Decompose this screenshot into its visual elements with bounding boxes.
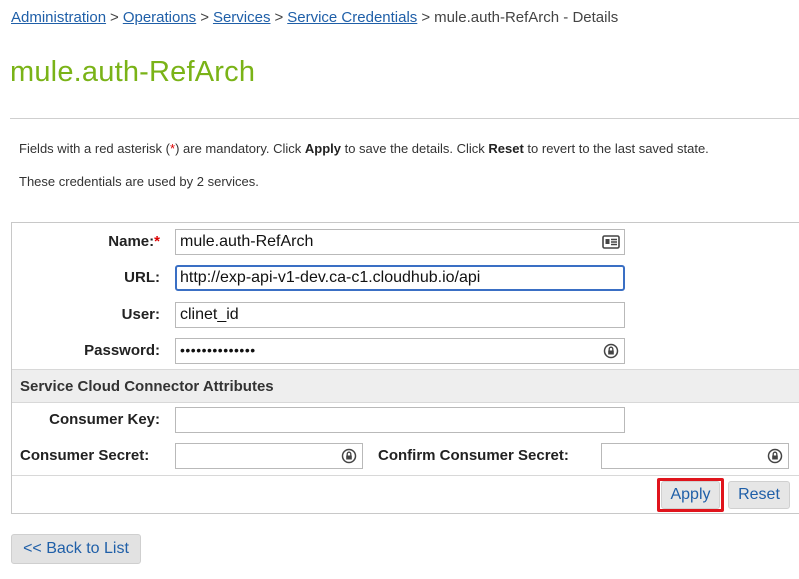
confirm-consumer-secret-input[interactable] (601, 443, 789, 469)
breadcrumb-separator: > (274, 9, 284, 26)
name-label: Name:* (108, 233, 160, 250)
usage-info-text: These credentials are used by 2 services… (19, 174, 259, 189)
service-cloud-section-header: Service Cloud Connector Attributes (12, 369, 799, 403)
section-title: Service Cloud Connector Attributes (20, 378, 274, 395)
info-apply-word: Apply (304, 141, 341, 156)
name-input[interactable]: mule.auth-RefArch (175, 229, 625, 255)
info-text-part: to revert to the last saved state. (523, 141, 709, 156)
consumer-secret-label: Consumer Secret: (20, 447, 150, 464)
info-text-part: ) are mandatory. Click (175, 141, 305, 156)
breadcrumb-link-operations[interactable]: Operations (123, 9, 196, 26)
breadcrumb-link-service-credentials[interactable]: Service Credentials (287, 9, 417, 26)
consumer-secret-input[interactable] (175, 443, 363, 469)
url-label: URL: (124, 269, 160, 286)
user-input-value: clinet_id (180, 306, 239, 323)
consumer-key-input[interactable] (175, 407, 625, 433)
breadcrumb-separator: > (110, 9, 119, 26)
info-reset-word: Reset (488, 141, 524, 156)
mandatory-info-text: Fields with a red asterisk (*) are manda… (19, 141, 709, 156)
apply-button-highlight (657, 478, 724, 512)
breadcrumb-separator: > (200, 9, 209, 26)
breadcrumb-link-services[interactable]: Services (213, 9, 271, 26)
breadcrumb: Administration > Operations > Services > Servi… (11, 9, 618, 26)
reset-button[interactable]: Reset (728, 481, 790, 509)
password-reveal-icon[interactable] (340, 448, 358, 464)
page-title: mule.auth-RefArch (10, 56, 256, 88)
url-input-value: http://exp-api-v1-dev.ca-c1.cloudhub.io/… (180, 269, 481, 286)
password-reveal-icon[interactable] (766, 448, 784, 464)
password-reveal-icon[interactable] (602, 343, 620, 359)
info-text-part: Fields with a red asterisk ( (19, 141, 170, 156)
breadcrumb-current: mule.auth-RefArch - Details (434, 9, 619, 26)
credentials-form-panel: Name:* mule.auth-RefArch URL: http://exp… (11, 222, 799, 514)
consumer-key-label: Consumer Key: (49, 411, 160, 428)
actions-divider (12, 475, 799, 476)
user-label: User: (121, 306, 160, 323)
password-input-value: •••••••••••••• (180, 342, 256, 358)
contact-card-icon[interactable] (602, 234, 620, 250)
password-input[interactable]: •••••••••••••• (175, 338, 625, 364)
password-label: Password: (84, 342, 160, 359)
back-to-list-button[interactable]: << Back to List (11, 534, 141, 564)
breadcrumb-separator: > (421, 9, 431, 26)
name-label-text: Name: (108, 233, 155, 250)
user-input[interactable]: clinet_id (175, 302, 625, 328)
required-asterisk: * (154, 233, 160, 250)
title-divider (10, 118, 799, 119)
url-input[interactable]: http://exp-api-v1-dev.ca-c1.cloudhub.io/… (175, 265, 625, 291)
confirm-consumer-secret-label: Confirm Consumer Secret: (378, 447, 569, 464)
info-text-part: to save the details. Click (340, 141, 489, 156)
breadcrumb-link-administration[interactable]: Administration (11, 9, 106, 26)
name-input-value: mule.auth-RefArch (180, 233, 314, 250)
